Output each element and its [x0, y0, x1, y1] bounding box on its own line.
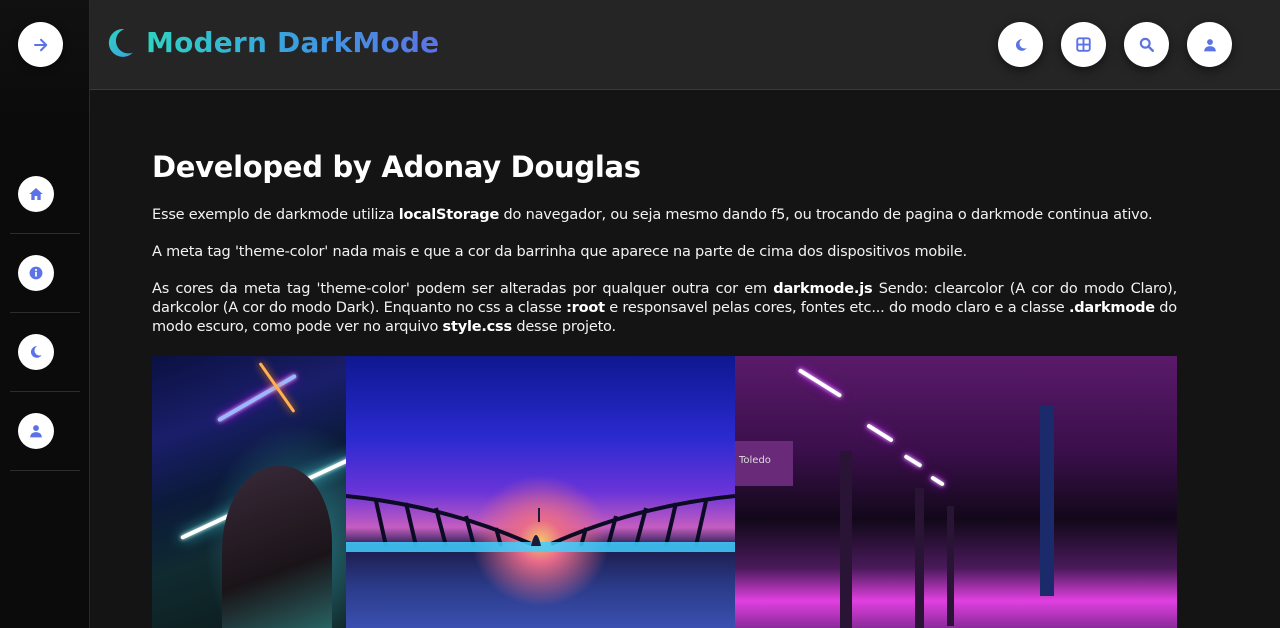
darkmode-toggle-button[interactable]	[998, 22, 1043, 67]
profile-button[interactable]	[1187, 22, 1232, 67]
app-title: Modern DarkMode	[146, 26, 440, 59]
station-sign: Toledo	[735, 441, 793, 486]
search-button[interactable]	[1124, 22, 1169, 67]
top-header: Modern DarkMode	[90, 0, 1280, 90]
info-icon	[29, 266, 43, 280]
image-gallery: Toledo	[152, 356, 1177, 628]
info-button[interactable]	[18, 255, 54, 291]
paragraph-colors: As cores da meta tag 'theme-color' podem…	[152, 281, 1177, 335]
user-icon	[30, 425, 42, 438]
sidebar-item-darkmode[interactable]	[10, 313, 80, 392]
sidebar-item-info[interactable]	[10, 234, 80, 313]
grid-button[interactable]	[1061, 22, 1106, 67]
sidebar-nav	[10, 155, 80, 471]
arrow-right-icon	[33, 38, 47, 51]
home-button[interactable]	[18, 176, 54, 212]
bridge-sunset-image	[346, 356, 735, 628]
sidebar	[0, 0, 90, 628]
home-icon	[29, 188, 43, 200]
brand[interactable]: Modern DarkMode	[108, 26, 439, 59]
moon-icon	[1015, 38, 1027, 51]
search-icon	[1139, 37, 1154, 52]
user-button[interactable]	[18, 413, 54, 449]
header-actions	[998, 22, 1232, 67]
moon-icon	[30, 346, 42, 358]
neon-portrait-image	[152, 356, 346, 628]
moon-logo-icon	[108, 28, 133, 57]
sidebar-item-user[interactable]	[10, 392, 80, 471]
sidebar-item-home[interactable]	[10, 155, 80, 234]
page-title: Developed by Adonay Douglas	[152, 150, 641, 184]
paragraph-theme-color: A meta tag 'theme-color' nada mais e que…	[152, 244, 967, 260]
main-content: Developed by Adonay Douglas Esse exemplo…	[152, 150, 1177, 355]
paragraph-localstorage: Esse exemplo de darkmode utiliza localSt…	[152, 207, 1153, 223]
user-icon	[1203, 38, 1216, 51]
neon-station-image: Toledo	[735, 356, 1177, 628]
sidebar-toggle-button[interactable]	[18, 22, 63, 67]
grid-icon	[1076, 37, 1091, 52]
darkmode-button[interactable]	[18, 334, 54, 370]
